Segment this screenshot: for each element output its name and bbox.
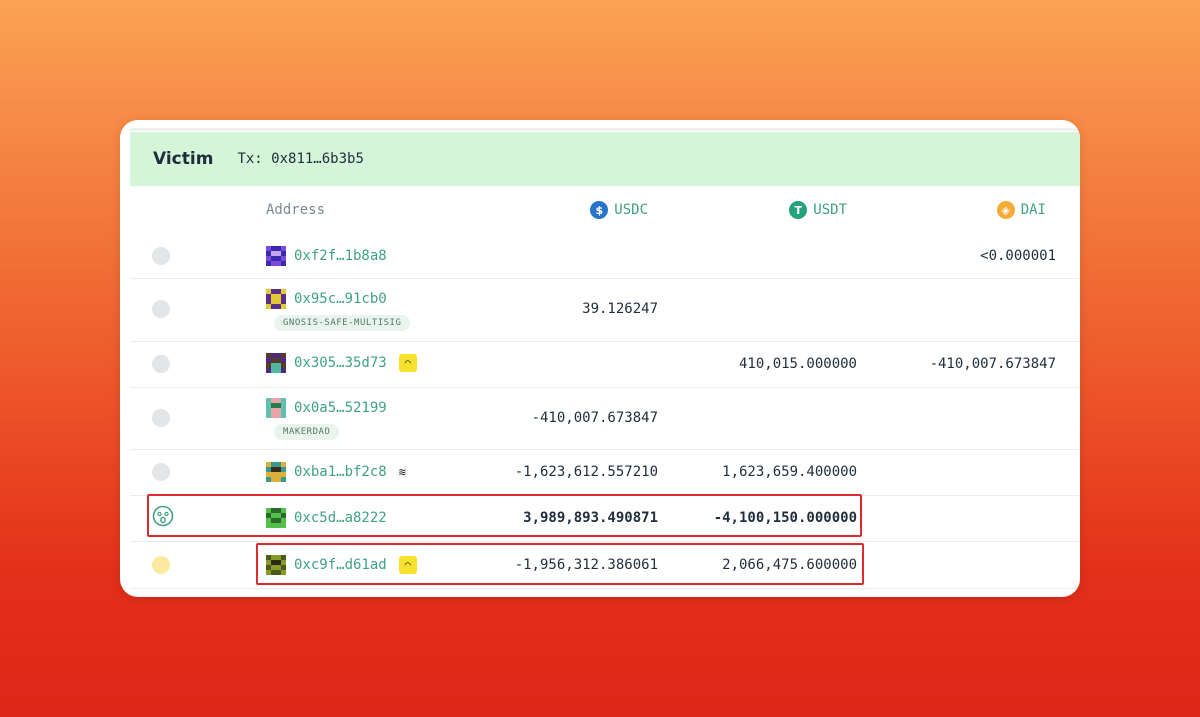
- address-label-tag: MAKERDAO: [274, 424, 340, 440]
- column-header-usdt[interactable]: T USDT: [760, 200, 847, 220]
- victim-panel: Victim Tx: 0x811…6b3b5 Address $ USDC T …: [120, 120, 1080, 597]
- column-header-address: Address: [266, 200, 325, 220]
- panel-header: Victim Tx: 0x811…6b3b5: [130, 132, 1080, 186]
- address-avatar: [266, 353, 286, 373]
- pool-badge-icon[interactable]: ◠: [398, 354, 417, 372]
- status-dot: [152, 556, 170, 574]
- status-dot: [152, 247, 170, 265]
- address-link[interactable]: 0x305…35d73: [294, 355, 387, 371]
- address-link[interactable]: 0xf2f…1b8a8: [294, 248, 387, 264]
- highlight-box-victim-row: [256, 543, 864, 585]
- dai-value: -410,007.673847: [929, 356, 1056, 372]
- status-dot: [152, 463, 170, 481]
- column-header-address-label: Address: [266, 202, 326, 218]
- dai-value: <0.000001: [980, 248, 1056, 264]
- status-dot: [152, 355, 170, 373]
- table-row[interactable]: 0x0a5…52199 MAKERDAO -410,007.673847: [130, 388, 1080, 450]
- tx-hash-link[interactable]: Tx: 0x811…6b3b5: [237, 151, 363, 167]
- usdt-icon: T: [789, 201, 808, 219]
- highlight-box-attacker-row: [147, 494, 862, 537]
- dai-icon: ◈: [996, 201, 1015, 219]
- usdt-value: 1,623,659.400000: [722, 464, 857, 480]
- address-label-tag: GNOSIS-SAFE-MULTISIG: [274, 315, 411, 331]
- status-dot: [152, 300, 170, 318]
- usdc-icon: $: [590, 201, 609, 219]
- stack-icon[interactable]: ≋: [399, 465, 406, 479]
- column-header-dai-label: DAI: [1020, 202, 1046, 218]
- address-avatar: [266, 246, 286, 266]
- table-row[interactable]: 0xba1…bf2c8 ≋ -1,623,612.557210 1,623,65…: [130, 450, 1080, 496]
- table-row[interactable]: 0xf2f…1b8a8 <0.000001: [130, 235, 1080, 279]
- address-link[interactable]: 0x95c…91cb0: [294, 291, 387, 307]
- column-header-usdt-label: USDT: [813, 202, 847, 218]
- address-link[interactable]: 0x0a5…52199: [294, 400, 387, 416]
- address-avatar: [266, 398, 286, 418]
- usdc-value: -1,623,612.557210: [514, 464, 658, 480]
- usdt-value: 410,015.000000: [738, 356, 857, 372]
- table-row[interactable]: 0x95c…91cb0 GNOSIS-SAFE-MULTISIG 39.1262…: [130, 279, 1080, 342]
- table-row[interactable]: 0x305…35d73 ◠ 410,015.000000 -410,007.67…: [130, 342, 1080, 388]
- status-dot: [152, 409, 170, 427]
- panel-title: Victim: [153, 149, 214, 169]
- address-avatar: [266, 462, 286, 482]
- column-header-usdc-label: USDC: [614, 202, 648, 218]
- column-header-usdc[interactable]: $ USDC: [560, 200, 648, 220]
- column-header-dai[interactable]: ◈ DAI: [980, 200, 1046, 220]
- usdc-value: -410,007.673847: [531, 410, 658, 426]
- address-avatar: [266, 289, 286, 309]
- usdc-value: 39.126247: [582, 301, 658, 317]
- address-link[interactable]: 0xba1…bf2c8: [294, 464, 387, 480]
